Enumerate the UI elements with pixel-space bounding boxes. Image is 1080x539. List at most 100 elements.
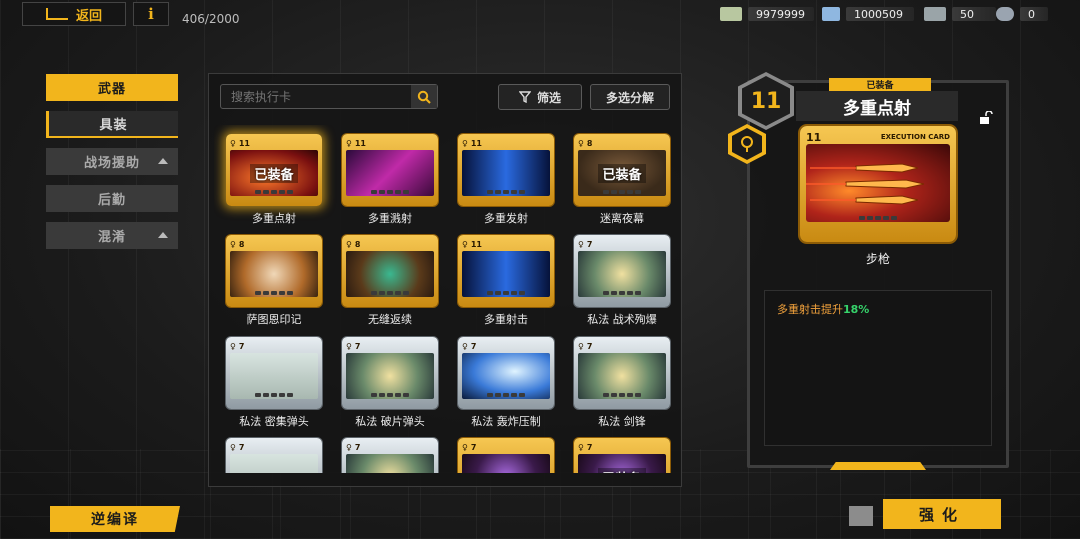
card-item[interactable]: ♀ 7 [226, 337, 322, 409]
equipped-tag: 已装备 [250, 163, 298, 183]
resource-crystal: 1000509 [822, 6, 914, 22]
card-art [462, 150, 550, 196]
enhance-button[interactable]: 强化 [883, 499, 1001, 529]
card-art [230, 353, 318, 399]
search-box [220, 84, 438, 109]
card-level: 11 [470, 138, 482, 148]
card-level: 8 [238, 239, 245, 249]
card-art [462, 251, 550, 297]
expand-arrow-icon [158, 158, 168, 164]
card-level: 7 [354, 442, 361, 452]
card-level: 7 [586, 239, 593, 249]
card-item[interactable]: ♀ 7 [226, 438, 322, 473]
nav-weapons[interactable]: 武器 [46, 74, 178, 101]
crystal-value: 1000509 [846, 7, 914, 21]
card-type-icon: ♀ [230, 442, 236, 452]
lock-icon[interactable] [979, 110, 993, 124]
weapon-type-label: 步枪 [865, 252, 890, 266]
card-art [578, 251, 666, 297]
card-art [346, 251, 434, 297]
card-type-icon: ♀ [578, 138, 584, 148]
card-art: 已装备 [578, 454, 666, 473]
card-item[interactable]: ♀ 7 [574, 235, 670, 307]
card-level: 8 [586, 138, 593, 148]
card-item[interactable]: ♀ 8 已装备 [574, 134, 670, 206]
card-art [230, 454, 318, 473]
card-item[interactable]: ♀ 8 [226, 235, 322, 307]
card-level: 7 [238, 341, 245, 351]
card-type-icon: ♀ [346, 341, 352, 351]
card-level: 7 [470, 442, 477, 452]
equipped-tag: 已装备 [598, 163, 646, 183]
equipped-status-label: 已装备 [829, 78, 931, 91]
filter-label: 筛选 [536, 90, 561, 105]
card-type-icon: ♀ [578, 341, 584, 351]
card-item[interactable]: ♀ 7 [458, 337, 554, 409]
card-item[interactable]: ♀ 8 [342, 235, 438, 307]
detail-card-art [806, 144, 950, 222]
nav-gear[interactable]: 具装 [46, 111, 178, 138]
decompile-button[interactable]: 逆编译 [50, 506, 180, 532]
expand-arrow-icon [158, 232, 168, 238]
back-button[interactable]: 返回 [22, 2, 126, 26]
search-button[interactable] [411, 85, 437, 108]
card-header-text: EXECUTION CARD [880, 133, 950, 141]
ticket-value: 50 [952, 7, 996, 21]
card-level: 7 [354, 341, 361, 351]
resource-chip: 0 [996, 6, 1048, 22]
card-level: 11 [354, 138, 366, 148]
filter-icon [518, 91, 531, 103]
crystal-icon [822, 7, 840, 21]
card-art: 已装备 [230, 150, 318, 196]
card-item[interactable]: ♀ 7 [342, 337, 438, 409]
multi-decompose-button[interactable]: 多选分解 [590, 84, 670, 110]
nav-battlefield-support[interactable]: 战场援助 [46, 148, 178, 175]
nav-mixed[interactable]: 混淆 [46, 222, 178, 249]
resource-cash: 9979999 [720, 6, 814, 22]
crosshair-icon [741, 136, 753, 152]
detail-card: 11 EXECUTION CARD [800, 126, 956, 242]
card-item[interactable]: ♀7 已装备 [574, 438, 670, 473]
card-name: 私法 密集弹头 [239, 415, 309, 428]
filter-button[interactable]: 筛选 [498, 84, 582, 110]
nav-battlefield-support-label: 战场援助 [83, 156, 140, 171]
card-item[interactable]: ♀ 11 已装备 [226, 134, 322, 206]
card-type-icon: ♀ [230, 239, 236, 249]
card-type-icon: ♀ [462, 341, 468, 351]
card-item[interactable]: ♀ 7 [458, 438, 554, 473]
card-art [462, 353, 550, 399]
description-box: 多重射击提升18% [764, 290, 992, 446]
equipped-tag: 已装备 [598, 467, 646, 473]
card-art: 已装备 [578, 150, 666, 196]
card-art [578, 353, 666, 399]
card-item[interactable]: ♀ 11 [342, 134, 438, 206]
card-item[interactable]: ♀ 11 [458, 134, 554, 206]
card-item[interactable]: ♀ 7 [342, 438, 438, 473]
card-grid: ♀ 11 已装备 多重点射 ♀ 11 多重溅射 ♀ 11 多重发射 ♀ 8 已装备 迷离夜幕 ♀ 8 萨图恩印记… [214, 125, 676, 473]
card-type-icon: ♀ [230, 138, 236, 148]
card-level: 7 [586, 442, 593, 452]
back-label: 返回 [75, 8, 102, 24]
toggle-square[interactable] [849, 506, 873, 526]
nav-logistics[interactable]: 后勤 [46, 185, 178, 212]
info-button[interactable]: i [133, 2, 169, 26]
search-input[interactable] [221, 89, 411, 104]
card-type-icon: ♀ [462, 239, 468, 249]
card-name: 萨图恩印记 [246, 313, 302, 326]
card-item[interactable]: ♀ 7 [574, 337, 670, 409]
back-arrow-icon [45, 8, 68, 20]
card-name: 多重溅射 [368, 212, 412, 225]
card-art [462, 454, 550, 473]
card-name: 多重点射 [252, 212, 296, 225]
card-name: 多重射击 [484, 313, 528, 326]
ticket-icon [924, 7, 946, 21]
card-art [230, 251, 318, 297]
card-item[interactable]: ♀ 11 [458, 235, 554, 307]
search-icon [417, 90, 431, 104]
card-type-icon: ♀ [346, 239, 352, 249]
card-type-icon: ♀ [346, 138, 352, 148]
card-name: 多重发射 [484, 212, 528, 225]
card-type-icon: ♀ [578, 239, 584, 249]
bullets-art-icon [806, 163, 925, 205]
detail-bottom-accent [830, 462, 926, 470]
